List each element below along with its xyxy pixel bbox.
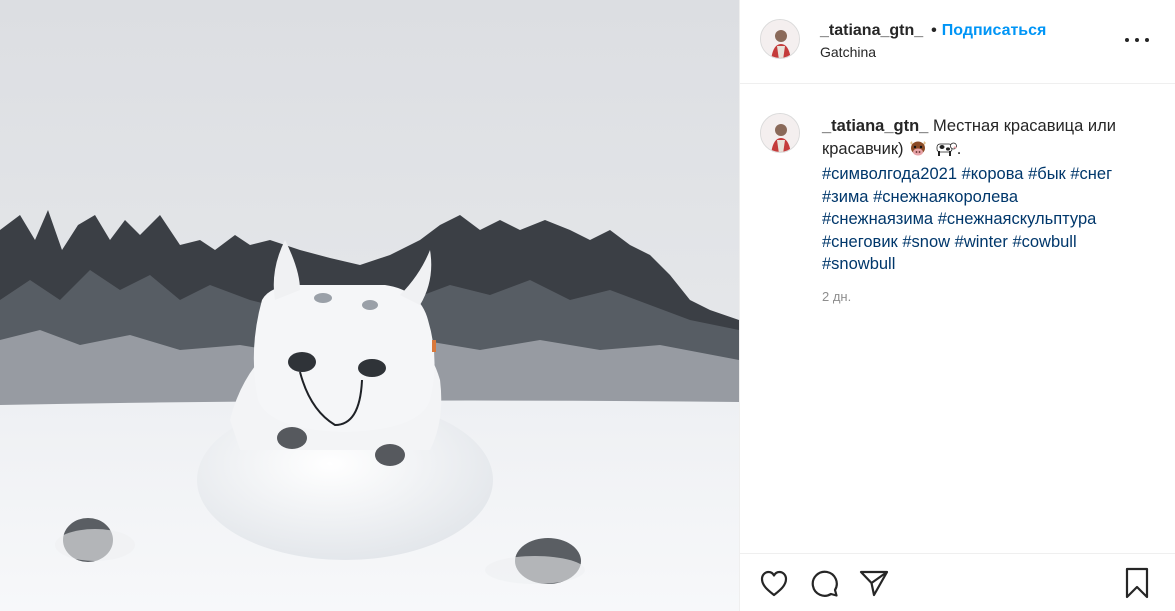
hashtag-list: #символгода2021 #корова #бык #снег #зима… [822,165,1112,273]
hashtag[interactable]: #снег [1070,165,1112,183]
author-avatar[interactable] [760,19,800,59]
caption-end: . [956,139,962,158]
bookmark-icon[interactable] [1121,567,1153,599]
hashtag[interactable]: #snow [902,233,950,251]
cow-face-emoji [908,139,928,164]
hashtag[interactable]: #снежнаякоролева [873,188,1018,206]
hashtag[interactable]: #корова [962,165,1024,183]
hashtag[interactable]: #снеговик [822,233,898,251]
location-link[interactable]: Gatchina [820,44,1046,60]
heart-icon[interactable] [758,567,790,599]
comment-icon[interactable] [808,567,840,599]
caption-text: _tatiana_gtn_ Местная красавица или крас… [822,115,1122,276]
post-sidebar: _tatiana_gtn_ • Подписаться Gatchina _ta… [739,0,1175,611]
post-time[interactable]: 2 дн. [822,289,851,304]
caption-username[interactable]: _tatiana_gtn_ [822,117,928,135]
hashtag[interactable]: #бык [1028,165,1066,183]
cow-emoji [933,139,957,164]
header-text: _tatiana_gtn_ • Подписаться Gatchina [820,20,1046,60]
caption-author-avatar[interactable] [760,113,800,153]
more-horizontal-icon[interactable] [1125,30,1149,50]
post-header: _tatiana_gtn_ • Подписаться Gatchina [740,0,1175,84]
hashtag[interactable]: #снежнаяскульптура [938,210,1097,228]
snow-cow-sculpture-photo [0,0,739,611]
hashtag[interactable]: #cowbull [1012,233,1076,251]
post-photo[interactable] [0,0,739,611]
follow-button[interactable]: Подписаться [942,20,1047,42]
hashtag[interactable]: #snowbull [822,255,895,273]
paper-plane-icon[interactable] [858,567,890,599]
action-bar [740,553,1175,611]
hashtag[interactable]: #символгода2021 [822,165,957,183]
hashtag[interactable]: #зима [822,188,868,206]
author-username[interactable]: _tatiana_gtn_ [820,20,923,42]
hashtag[interactable]: #winter [955,233,1008,251]
separator-dot: • [931,22,937,39]
hashtag[interactable]: #снежнаязима [822,210,933,228]
